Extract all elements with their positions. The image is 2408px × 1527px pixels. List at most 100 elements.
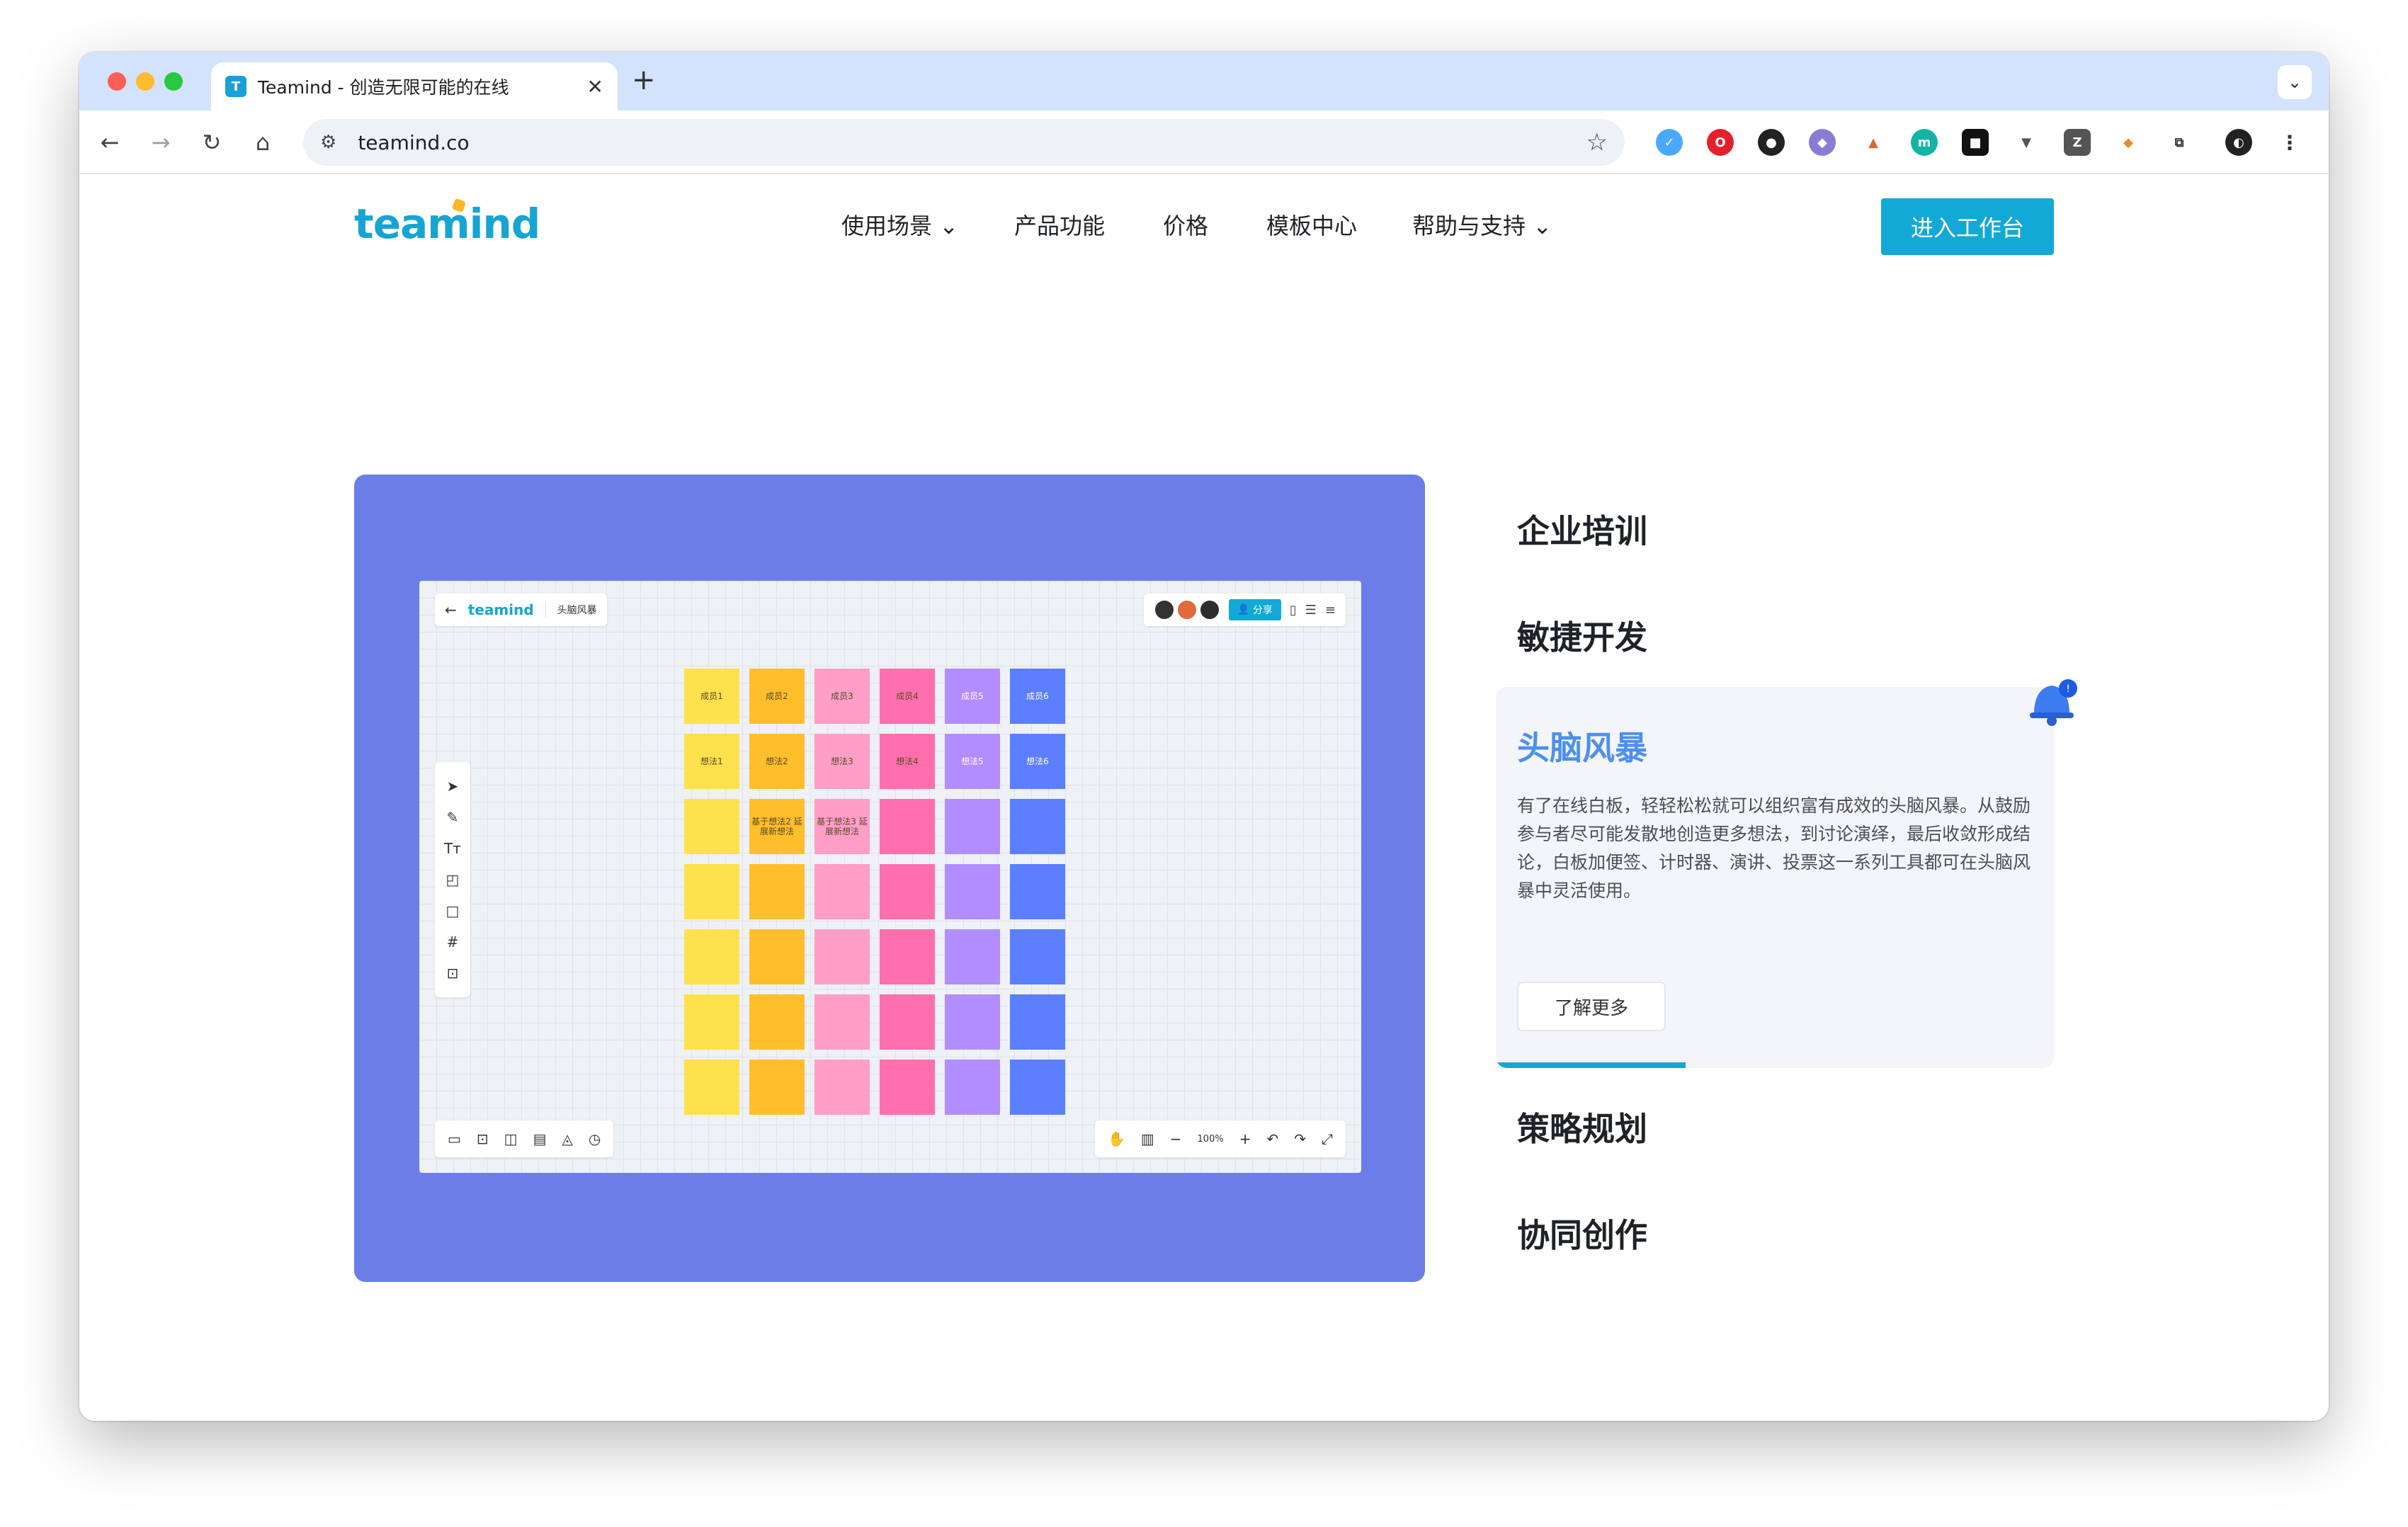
- extension-fox-icon[interactable]: ◆: [2115, 129, 2142, 156]
- board-share-button: 👤 分享: [1229, 599, 1281, 620]
- sticky-note: [880, 1060, 935, 1115]
- teamind-logo[interactable]: teamind: [354, 200, 540, 248]
- svg-text:!: !: [2066, 683, 2070, 695]
- browser-tab[interactable]: T Teamind - 创造无限可能的在线 ✕: [211, 62, 618, 110]
- redo-icon: ↷: [1294, 1130, 1306, 1147]
- profile-avatar-icon[interactable]: ◐: [2225, 129, 2252, 156]
- board-list-icon: ☰: [1305, 602, 1317, 618]
- sticky-note-icon: ◰: [445, 871, 460, 888]
- sticky-note: [1010, 994, 1065, 1050]
- browser-menu-icon[interactable]: ⋮: [2276, 129, 2303, 156]
- board-header: ← teamind 头脑风暴: [435, 594, 607, 626]
- extension-compass-icon[interactable]: ✓: [1656, 129, 1683, 156]
- close-window-button[interactable]: [108, 72, 126, 91]
- hand-icon: ✋: [1107, 1130, 1125, 1147]
- sticky-note: [880, 799, 935, 854]
- sticky-note: [814, 929, 870, 984]
- nav-templates-label: 模板中心: [1266, 212, 1358, 239]
- extension-cat-icon[interactable]: ◆: [1809, 129, 1836, 156]
- minimize-window-button[interactable]: [136, 72, 154, 91]
- avatar: [1199, 599, 1221, 620]
- sticky-note: [814, 994, 870, 1050]
- nav-features[interactable]: 产品功能: [1014, 208, 1105, 241]
- feature-progress-bar: [1496, 1062, 1686, 1068]
- nav-templates[interactable]: 模板中心: [1266, 208, 1357, 241]
- sticky-note: [814, 864, 870, 919]
- text-icon: Tт: [444, 840, 461, 857]
- tab-search-chevron-icon[interactable]: ⌄: [2278, 65, 2312, 99]
- avatar: [1154, 599, 1176, 620]
- sticky-note: [880, 994, 935, 1050]
- board-share-label: 分享: [1252, 605, 1273, 616]
- board-back-icon: ←: [445, 601, 457, 618]
- address-bar[interactable]: ⚙ teamind.co ☆: [303, 119, 1625, 166]
- frame-icon: #: [446, 933, 459, 950]
- sticky-note: 想法2: [749, 734, 805, 789]
- present-icon: ⊡: [476, 1130, 489, 1147]
- new-tab-icon[interactable]: +: [632, 64, 656, 96]
- page-content: teamind 使用场景 ⌄ 产品功能 价格 模板中心 帮助与支持 ⌄ 进入工作…: [79, 174, 2329, 1421]
- sticky-note: 基于想法3 延展新想法: [814, 799, 870, 854]
- nav-help[interactable]: 帮助与支持 ⌄: [1412, 208, 1552, 241]
- feature-agile[interactable]: 敏捷开发: [1517, 612, 1647, 659]
- forward-icon[interactable]: →: [144, 126, 177, 159]
- pen-icon: ✎: [446, 809, 459, 826]
- back-icon[interactable]: ←: [93, 126, 126, 159]
- feature-training[interactable]: 企业培训: [1517, 506, 1647, 552]
- board-top-toolbar: 👤 分享 ▯ ☰ ≡: [1144, 594, 1346, 626]
- teamind-favicon-icon: T: [225, 76, 246, 97]
- close-tab-icon[interactable]: ✕: [587, 75, 603, 98]
- nav-pricing-label: 价格: [1163, 212, 1209, 239]
- extension-m-icon[interactable]: m: [1911, 129, 1938, 156]
- board-bottom-tools: ▭ ⊡ ◫ ▤ ◬ ◷: [435, 1120, 614, 1157]
- sticky-note: [684, 799, 739, 854]
- screen-icon: ◫: [504, 1130, 518, 1147]
- reload-icon[interactable]: ↻: [195, 126, 228, 159]
- sticky-note: [945, 799, 1000, 854]
- sticky-note: 基于想法2 延展新想法: [749, 799, 805, 854]
- extension-triangle-icon[interactable]: ▲: [1860, 129, 1887, 156]
- bell-icon: !: [2030, 679, 2077, 726]
- sticky-note: 想法1: [684, 734, 739, 789]
- tab-title: Teamind - 创造无限可能的在线: [258, 77, 509, 98]
- nav-use-cases[interactable]: 使用场景 ⌄: [841, 208, 958, 241]
- sticky-note: [749, 994, 805, 1050]
- site-info-icon[interactable]: ⚙: [320, 132, 336, 153]
- extensions-puzzle-icon[interactable]: ⧉: [2166, 129, 2193, 156]
- nav-use-cases-label: 使用场景: [841, 212, 933, 239]
- extension-v-icon[interactable]: ▼: [2013, 129, 2040, 156]
- nav-help-label: 帮助与支持: [1412, 212, 1526, 239]
- feature-co-creation[interactable]: 协同创作: [1517, 1210, 1647, 1256]
- home-icon[interactable]: ⌂: [246, 126, 279, 159]
- sticky-note: [684, 929, 739, 984]
- sticky-note: [945, 929, 1000, 984]
- extension-game-icon[interactable]: ■: [1962, 129, 1989, 156]
- sticky-note: 成员1: [684, 669, 739, 724]
- tab-strip: T Teamind - 创造无限可能的在线 ✕ + ⌄: [79, 52, 2329, 110]
- sticky-note: [945, 994, 1000, 1050]
- sticky-note: 想法4: [880, 734, 935, 789]
- learn-more-button[interactable]: 了解更多: [1517, 982, 1666, 1031]
- feature-strategy[interactable]: 策略规划: [1517, 1103, 1647, 1150]
- chevron-down-icon: ⌄: [1533, 212, 1552, 239]
- sticky-note: [749, 929, 805, 984]
- sticky-note: 想法3: [814, 734, 870, 789]
- zoom-window-button[interactable]: [164, 72, 183, 91]
- sticky-note: [749, 864, 805, 919]
- board-page-icon: ▯: [1289, 602, 1297, 618]
- sticky-note: [684, 864, 739, 919]
- feature-card-title[interactable]: 头脑风暴: [1517, 722, 1647, 769]
- sticky-note: [1010, 799, 1065, 854]
- extension-badge-icon[interactable]: ●: [1758, 129, 1785, 156]
- enter-workspace-button[interactable]: 进入工作台: [1881, 198, 2054, 255]
- nav-pricing[interactable]: 价格: [1163, 208, 1208, 241]
- extension-opera-icon[interactable]: O: [1707, 129, 1734, 156]
- sticky-note: [1010, 864, 1065, 919]
- address-url: teamind.co: [358, 130, 470, 154]
- extension-z-icon[interactable]: Z: [2064, 129, 2091, 156]
- browser-window: T Teamind - 创造无限可能的在线 ✕ + ⌄ ← → ↻ ⌂ ⚙ te…: [79, 52, 2329, 1421]
- bookmark-star-icon[interactable]: ☆: [1586, 128, 1608, 157]
- upload-icon: ⊡: [446, 965, 459, 982]
- hero-illustration: ← teamind 头脑风暴 👤 分享 ▯ ☰ ≡ ➤ ✎ Tт ◰ □ # ⊡…: [354, 475, 1425, 1282]
- board-zoom-controls: ✋ ▥ − 100% + ↶ ↷ ⤢: [1094, 1120, 1346, 1157]
